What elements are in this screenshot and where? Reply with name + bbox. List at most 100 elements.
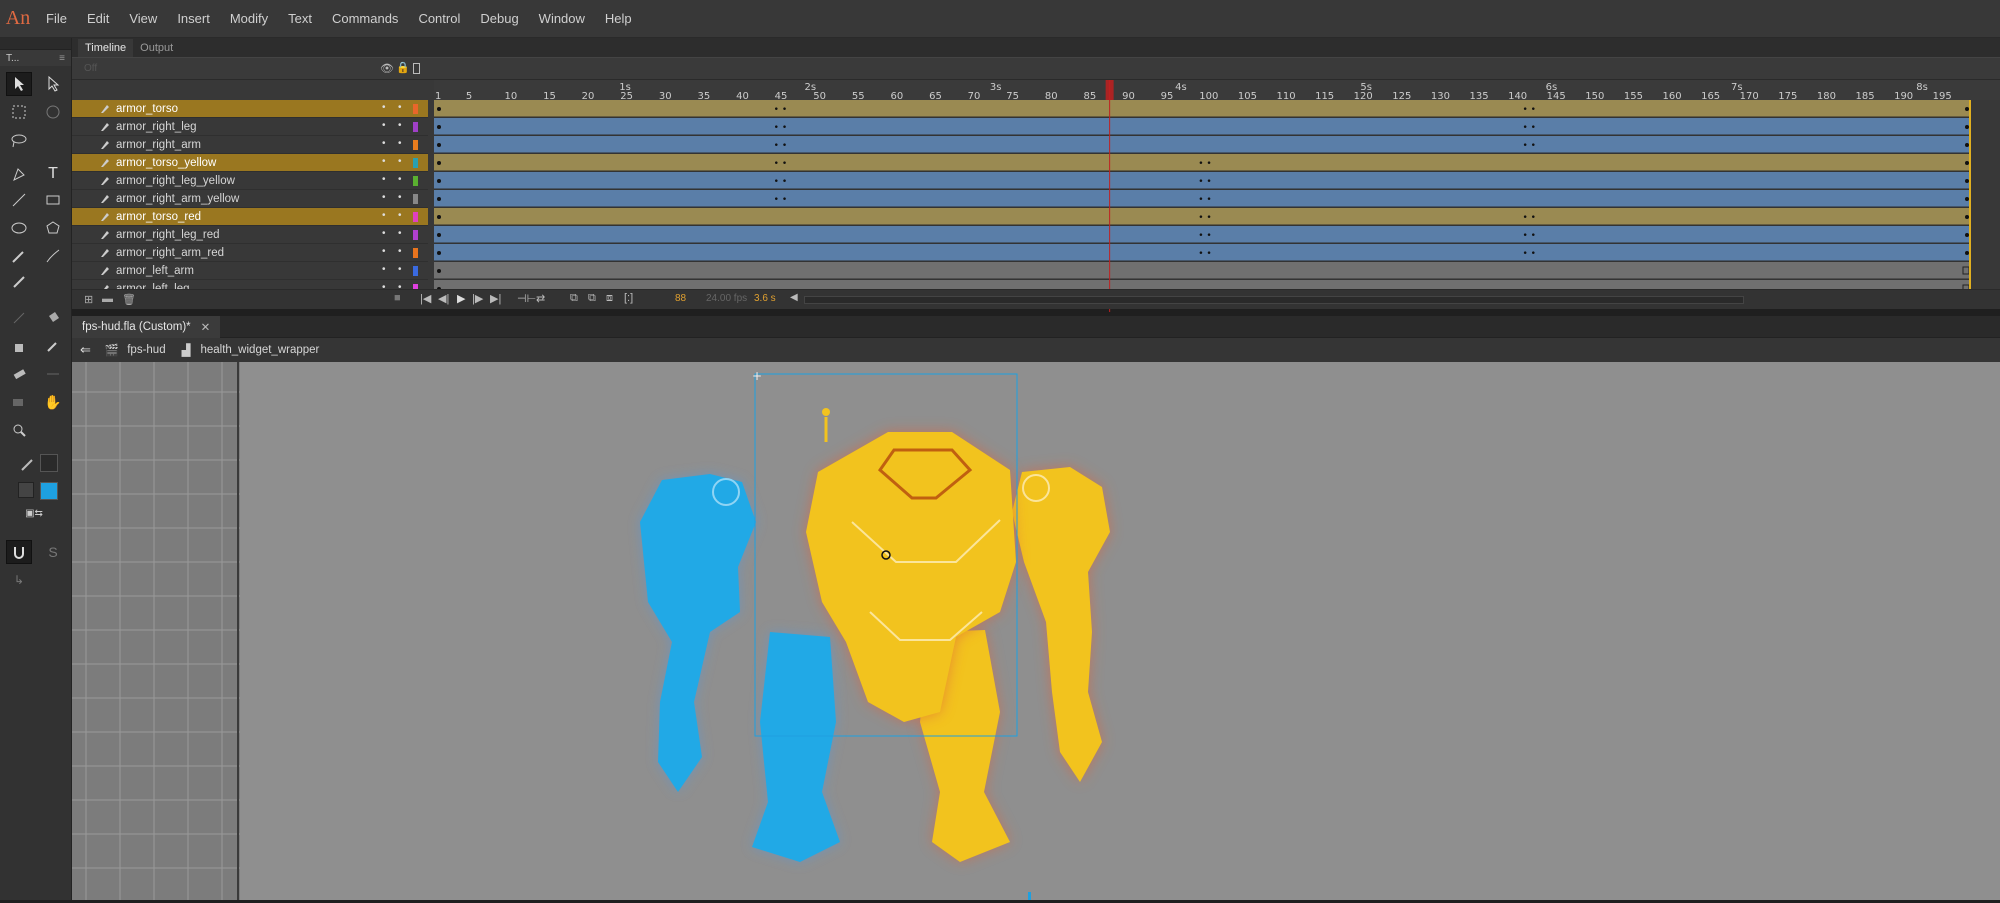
robot-left-arm[interactable] xyxy=(640,474,756,792)
layer-row[interactable]: armor_right_arm_red • • xyxy=(72,244,428,262)
end-keyframe-dot[interactable] xyxy=(1965,233,1969,237)
keyframe-pair[interactable]: • • xyxy=(1198,195,1211,205)
timeline-scrollbar[interactable] xyxy=(804,296,1744,304)
lock-dot[interactable]: • xyxy=(398,246,402,257)
visibility-dot[interactable]: • xyxy=(382,210,386,221)
keyframe-dot[interactable] xyxy=(437,251,441,255)
keyframe-dot[interactable] xyxy=(437,179,441,183)
keyframe-dot[interactable] xyxy=(437,125,441,129)
lasso-tool-icon[interactable] xyxy=(6,128,32,152)
robot-right-arm[interactable] xyxy=(1012,467,1110,782)
first-frame-icon[interactable]: |◀ xyxy=(420,292,431,305)
keyframe-pair[interactable]: • • xyxy=(1198,249,1211,259)
menu-help[interactable]: Help xyxy=(595,11,642,26)
keyframe-dot[interactable] xyxy=(437,197,441,201)
keyframe-pair[interactable]: • • xyxy=(774,177,787,187)
3d-rotation-tool-icon[interactable] xyxy=(40,100,66,124)
outline-all-icon[interactable] xyxy=(413,63,420,74)
pen-tool-icon[interactable] xyxy=(6,162,32,186)
paint-brush-tool-icon[interactable] xyxy=(40,244,66,268)
zoom-tool-icon[interactable] xyxy=(6,418,32,442)
lock-dot[interactable]: • xyxy=(398,210,402,221)
lock-dot[interactable]: • xyxy=(398,264,402,275)
keyframe-pair[interactable]: • • xyxy=(1523,213,1536,223)
visibility-dot[interactable]: • xyxy=(382,138,386,149)
lock-dot[interactable]: • xyxy=(398,138,402,149)
line-tool-icon[interactable] xyxy=(6,188,32,212)
end-keyframe-dot[interactable] xyxy=(1965,179,1969,183)
stage[interactable]: + xyxy=(240,362,2000,900)
visibility-dot[interactable]: • xyxy=(382,228,386,239)
subselection-tool-icon[interactable] xyxy=(40,72,66,96)
lock-dot[interactable]: • xyxy=(398,192,402,203)
breadcrumb-scene[interactable]: fps-hud xyxy=(127,344,165,356)
layer-row[interactable]: armor_left_arm • • xyxy=(72,262,428,280)
frame-span[interactable] xyxy=(434,262,1969,279)
layer-color-swatch[interactable] xyxy=(413,140,418,150)
keyframe-pair[interactable]: • • xyxy=(774,195,787,205)
layer-row[interactable]: armor_right_leg • • xyxy=(72,118,428,136)
polystar-tool-icon[interactable] xyxy=(40,216,66,240)
breadcrumb-symbol[interactable]: health_widget_wrapper xyxy=(200,344,319,356)
layer-color-swatch[interactable] xyxy=(413,122,418,132)
next-frame-icon[interactable]: |▶ xyxy=(472,292,483,305)
menu-edit[interactable]: Edit xyxy=(77,11,119,26)
paint-bucket-tool-icon[interactable] xyxy=(40,306,66,330)
stroke-color-icon[interactable] xyxy=(20,456,36,472)
brush-tool-icon[interactable] xyxy=(6,270,32,294)
keyframe-dot[interactable] xyxy=(437,233,441,237)
layer-row[interactable]: armor_right_leg_red • • xyxy=(72,226,428,244)
lock-dot[interactable]: • xyxy=(398,174,402,185)
keyframe-dot[interactable] xyxy=(437,161,441,165)
eyedropper-tool-icon[interactable] xyxy=(40,334,66,358)
text-tool-icon[interactable]: T xyxy=(40,162,66,186)
pencil-tool-icon[interactable] xyxy=(6,244,32,268)
keyframe-pair[interactable]: • • xyxy=(1523,105,1536,115)
keyframe-pair[interactable]: • • xyxy=(1523,123,1536,133)
fill-bucket-icon[interactable] xyxy=(18,482,34,498)
camera-toggle-icon[interactable]: ■ xyxy=(394,292,401,304)
menu-commands[interactable]: Commands xyxy=(322,11,408,26)
keyframe-dot[interactable] xyxy=(437,269,441,273)
layer-row[interactable]: armor_torso_red • • xyxy=(72,208,428,226)
layer-color-swatch[interactable] xyxy=(413,266,418,276)
keyframe-dot[interactable] xyxy=(437,107,441,111)
keyframe-pair[interactable]: • • xyxy=(1198,213,1211,223)
modify-markers-icon[interactable]: [:] xyxy=(624,292,633,304)
keyframe-pair[interactable]: • • xyxy=(1523,141,1536,151)
end-keyframe-dot[interactable] xyxy=(1965,197,1969,201)
menu-window[interactable]: Window xyxy=(529,11,595,26)
bone-tool-icon[interactable] xyxy=(6,306,32,330)
lock-dot[interactable]: • xyxy=(398,120,402,131)
scroll-left-icon[interactable]: ◀ xyxy=(790,292,798,303)
end-keyframe-dot[interactable] xyxy=(1965,143,1969,147)
end-keyframe-dot[interactable] xyxy=(1965,215,1969,219)
free-transform-tool-icon[interactable] xyxy=(6,100,32,124)
show-hide-all-icon[interactable]: 👁 xyxy=(380,62,394,75)
ink-bottle-tool-icon[interactable] xyxy=(6,334,32,358)
end-keyframe-dot[interactable] xyxy=(1965,251,1969,255)
layer-row[interactable]: armor_torso • • xyxy=(72,100,428,118)
tab-timeline[interactable]: Timeline xyxy=(78,39,134,57)
prev-frame-icon[interactable]: ◀| xyxy=(438,292,449,305)
delete-layer-icon[interactable]: 🗑 xyxy=(122,293,136,306)
visibility-dot[interactable]: • xyxy=(382,120,386,131)
keyframe-pair[interactable]: • • xyxy=(774,105,787,115)
fill-color-swatch[interactable] xyxy=(40,482,58,500)
visibility-dot[interactable]: • xyxy=(382,192,386,203)
layer-color-swatch[interactable] xyxy=(413,212,418,222)
end-keyframe-dot[interactable] xyxy=(1965,161,1969,165)
menu-file[interactable]: File xyxy=(36,11,77,26)
keyframe-pair[interactable]: • • xyxy=(1198,231,1211,241)
layer-row[interactable]: armor_torso_yellow • • xyxy=(72,154,428,172)
new-layer-icon[interactable]: ⊞ xyxy=(84,293,93,306)
menu-insert[interactable]: Insert xyxy=(167,11,220,26)
keyframe-dot[interactable] xyxy=(437,143,441,147)
menu-modify[interactable]: Modify xyxy=(220,11,278,26)
menu-text[interactable]: Text xyxy=(278,11,322,26)
visibility-dot[interactable]: • xyxy=(382,156,386,167)
oval-tool-icon[interactable] xyxy=(6,216,32,240)
onion-skin-icon[interactable]: ⧉ xyxy=(570,292,578,305)
tab-output[interactable]: Output xyxy=(133,39,180,57)
layer-color-swatch[interactable] xyxy=(413,104,418,114)
